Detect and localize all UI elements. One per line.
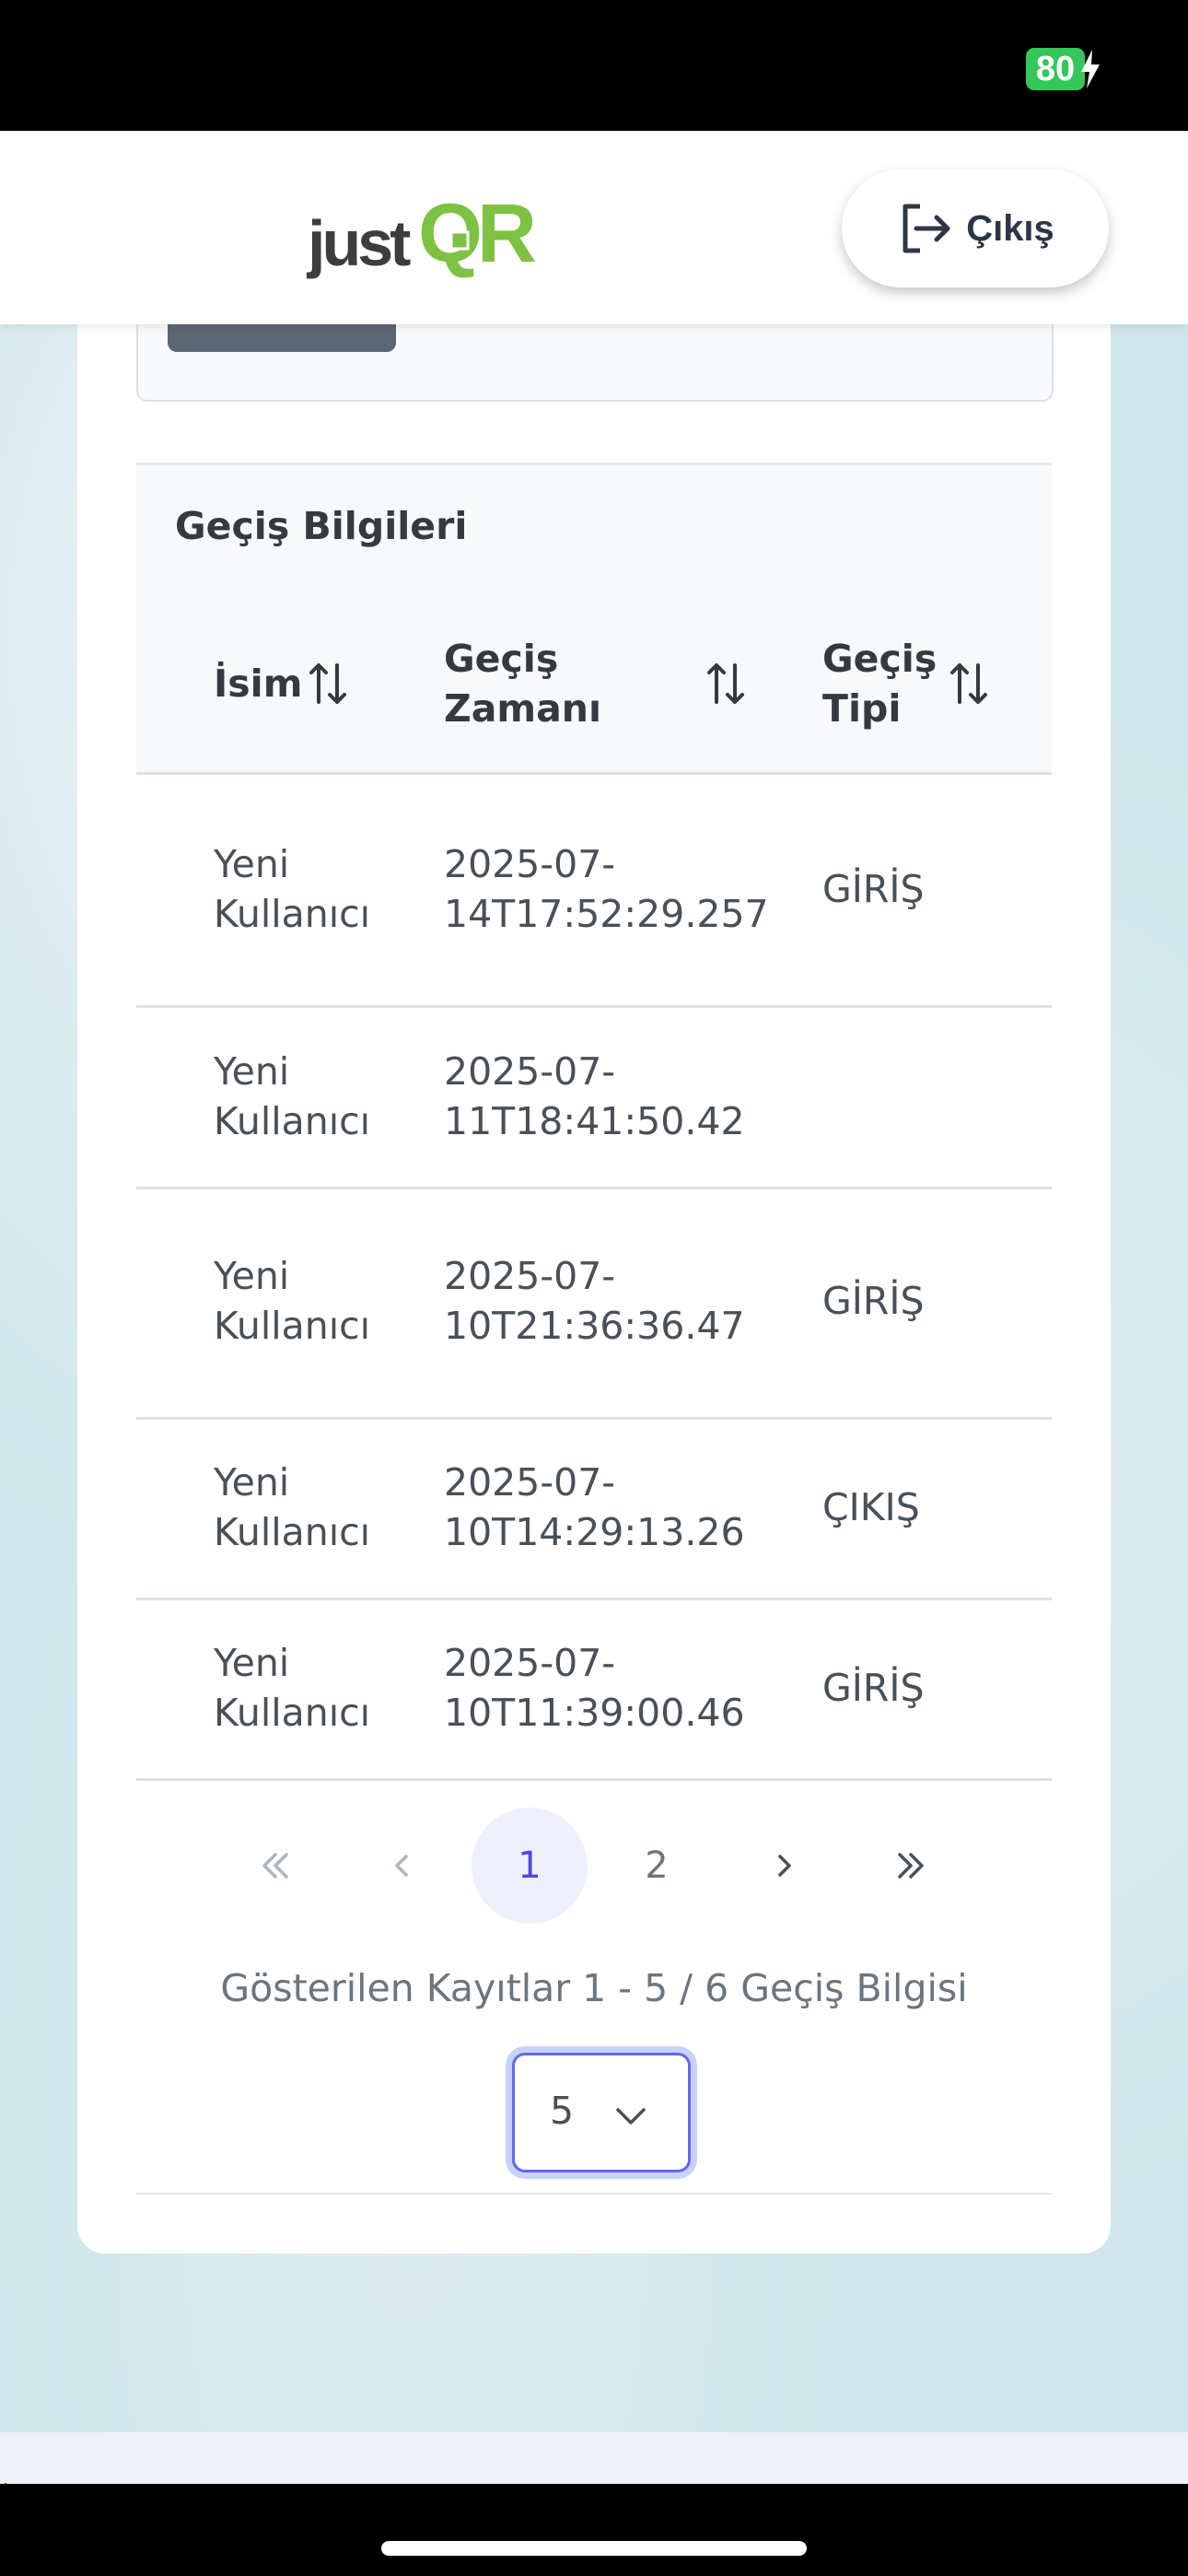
cell-name: Yeni Kullanıcı	[214, 1641, 371, 1735]
double-chevron-right-icon	[898, 1853, 924, 1879]
cell-name: Yeni Kullanıcı	[214, 1254, 371, 1348]
logout-label: Çıkış	[966, 207, 1054, 249]
sort-icon[interactable]	[949, 660, 989, 708]
table-head: İsim Geçiş Zamanı Geçiş Tipi	[136, 595, 1052, 775]
status-bar	[0, 0, 1188, 131]
column-header-name[interactable]: İsim	[214, 659, 302, 708]
svg-text:QR: QR	[418, 188, 536, 280]
home-indicator-area	[0, 2484, 1188, 2576]
cell-time: 2025-07- 11T18:41:50.42	[444, 1049, 745, 1143]
next-page-button[interactable]	[726, 1808, 842, 1924]
previous-page-button[interactable]	[344, 1808, 460, 1924]
table-row[interactable]: Yeni Kullanıcı 2025-07- 11T18:41:50.42	[136, 1008, 1052, 1189]
column-header-name-label: İsim	[214, 662, 303, 706]
cell-type: GİRİŞ	[822, 1279, 925, 1323]
last-page-button[interactable]	[853, 1808, 969, 1924]
chevron-right-icon	[778, 1855, 791, 1877]
column-header-type-line2: Tipi	[822, 686, 902, 731]
table-title: Geçiş Bilgileri	[175, 504, 468, 548]
logout-button[interactable]: Çıkış	[842, 170, 1109, 287]
cell-name: Yeni Kullanıcı	[214, 1460, 371, 1554]
double-chevron-left-icon	[262, 1853, 288, 1879]
svg-text:just: just	[306, 207, 411, 279]
sort-icon[interactable]	[308, 660, 348, 708]
first-page-button[interactable]	[217, 1808, 333, 1924]
logout-icon	[903, 204, 950, 253]
cell-name: Yeni Kullanıcı	[214, 1049, 371, 1143]
sort-icon[interactable]	[705, 660, 746, 708]
cell-time: 2025-07- 10T11:39:00.46	[444, 1641, 745, 1735]
chevron-left-icon	[395, 1855, 408, 1877]
card-divider	[136, 2193, 1052, 2195]
page-size-select[interactable]: 5	[512, 2053, 691, 2172]
page-1-button[interactable]: 1	[472, 1808, 588, 1924]
records-summary: Gösterilen Kayıtlar 1 - 5 / 6 Geçiş Bilg…	[220, 1966, 968, 2010]
column-header-type-line1: Geçiş	[822, 637, 938, 681]
table-row[interactable]: Yeni Kullanıcı 2025-07- 10T14:29:13.26 ÇIK…	[136, 1420, 1052, 1600]
table-row[interactable]: Yeni Kullanıcı 2025-07- 10T11:39:00.46 GİR…	[136, 1600, 1052, 1781]
table-row[interactable]: Yeni Kullanıcı 2025-07- 14T17:52:29.257 Gİ…	[136, 775, 1052, 1008]
table-row[interactable]: Yeni Kullanıcı 2025-07- 10T21:36:36.47 GİR…	[136, 1189, 1052, 1420]
justqr-logo: just QR	[306, 188, 542, 280]
cell-type: GİRİŞ	[822, 1666, 925, 1710]
cell-time: 2025-07- 10T21:36:36.47	[444, 1254, 745, 1348]
cell-type: GİRİŞ	[822, 867, 925, 911]
column-header-time-line1: Geçiş	[444, 637, 559, 681]
cell-type: ÇIKIŞ	[822, 1485, 920, 1529]
battery-level: 80	[1026, 48, 1085, 90]
home-indicator[interactable]	[381, 2541, 807, 2556]
column-header-time-line2: Zamanı	[444, 686, 602, 731]
cell-time: 2025-07- 14T17:52:29.257	[444, 842, 769, 936]
chevron-down-icon	[616, 2108, 646, 2125]
column-header-type[interactable]: Geçiş Tipi	[822, 634, 937, 733]
charging-bolt-icon	[1081, 50, 1100, 88]
cell-name: Yeni Kullanıcı	[214, 842, 371, 936]
bottom-strip	[0, 2432, 1188, 2484]
table-header-bar: Geçiş Bilgileri	[136, 463, 1052, 599]
page-2-button[interactable]: 2	[599, 1808, 715, 1924]
cell-time: 2025-07- 10T14:29:13.26	[444, 1460, 745, 1554]
column-header-time[interactable]: Geçiş Zamanı	[444, 634, 601, 733]
page-size-value: 5	[550, 2089, 575, 2133]
